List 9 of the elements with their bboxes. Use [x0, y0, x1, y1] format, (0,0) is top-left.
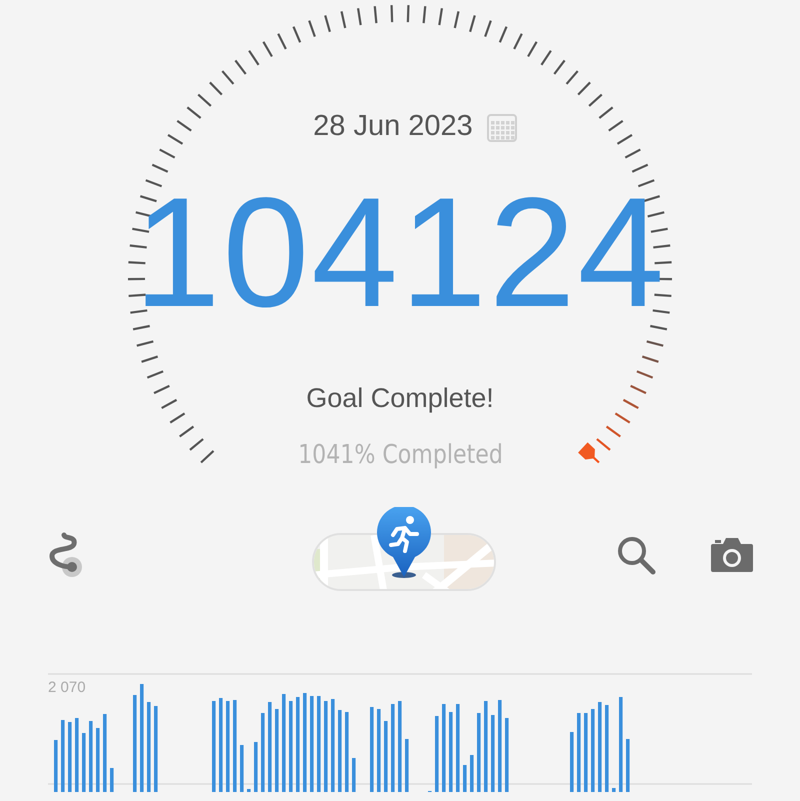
date-label[interactable]: 28 Jun 2023	[313, 110, 473, 143]
step-count: 104124	[134, 175, 666, 331]
running-pin-icon[interactable]	[375, 507, 433, 579]
axis-label: 2 070	[48, 679, 86, 696]
progress-text: 1041% Completed	[298, 440, 502, 470]
progress-marker	[578, 442, 595, 460]
camera-icon[interactable]	[710, 537, 754, 573]
search-icon[interactable]	[616, 535, 656, 575]
goal-message: Goal Complete!	[306, 383, 494, 414]
